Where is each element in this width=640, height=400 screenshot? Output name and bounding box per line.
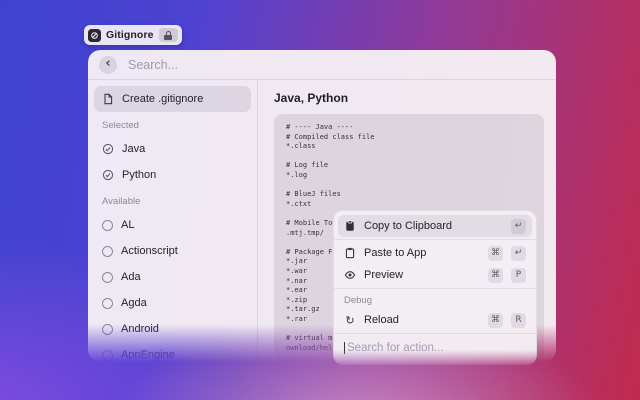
circle-icon — [102, 298, 113, 309]
section-header-available: Available — [102, 196, 243, 208]
sidebar-item-python[interactable]: Python — [94, 162, 251, 188]
app-tab-gitignore[interactable]: Gitignore — [84, 25, 182, 45]
sidebar-item-create-gitignore[interactable]: Create .gitignore — [94, 86, 251, 112]
lock-badge — [159, 28, 178, 42]
sidebar-item-al[interactable]: AL — [94, 212, 251, 238]
file-icon — [102, 93, 114, 105]
desktop-background: Gitignore ‹ Search... Create .gitignore … — [0, 0, 640, 400]
action-copy-to-clipboard[interactable]: Copy to Clipboard ↵ — [338, 215, 532, 237]
text-cursor — [344, 342, 345, 354]
sidebar-item-actionscript[interactable]: Actionscript — [94, 238, 251, 264]
circle-icon — [102, 220, 113, 231]
sidebar-item-android[interactable]: Android — [94, 316, 251, 342]
menu-section-debug: Debug — [338, 291, 532, 309]
sidebar-item-label: Agda — [121, 297, 147, 309]
action-label: Reload — [364, 314, 399, 326]
sidebar-item-appengine[interactable]: AppEngine — [94, 342, 251, 368]
sidebar: Create .gitignore Selected Java Python A… — [88, 80, 258, 361]
chevron-left-icon: ‹ — [105, 57, 110, 70]
action-label: Preview — [364, 269, 403, 281]
action-preview[interactable]: Preview ⌘ P — [338, 264, 532, 286]
key-r: R — [511, 313, 526, 328]
circle-icon — [102, 272, 113, 283]
tab-label: Gitignore — [106, 29, 154, 41]
sidebar-item-label: Java — [122, 143, 145, 155]
back-button[interactable]: ‹ — [99, 56, 117, 74]
sidebar-item-agda[interactable]: Agda — [94, 290, 251, 316]
key-return: ↵ — [511, 219, 526, 234]
circle-icon — [102, 324, 113, 335]
sidebar-item-label: Android — [121, 323, 159, 335]
sidebar-item-label: AppEngine — [121, 349, 175, 361]
sidebar-item-ada[interactable]: Ada — [94, 264, 251, 290]
section-header-selected: Selected — [102, 120, 243, 132]
action-label: Copy to Clipboard — [364, 220, 452, 232]
action-reload[interactable]: ↻ Reload ⌘ R — [338, 309, 532, 331]
sidebar-item-label: Create .gitignore — [122, 93, 203, 105]
eye-icon — [344, 269, 356, 281]
check-circle-icon — [102, 143, 114, 155]
detail-title: Java, Python — [274, 91, 544, 105]
action-paste-to-app[interactable]: Paste to App ⌘ ↵ — [338, 242, 532, 264]
key-p: P — [511, 268, 526, 283]
paste-icon — [344, 247, 356, 259]
sidebar-item-java[interactable]: Java — [94, 136, 251, 162]
sidebar-item-label: Ada — [121, 271, 141, 283]
clipboard-icon — [344, 220, 356, 232]
circle-icon — [102, 246, 113, 257]
sidebar-item-label: Actionscript — [121, 245, 178, 257]
menu-divider — [334, 239, 536, 240]
key-cmd: ⌘ — [488, 246, 503, 261]
lock-icon — [164, 31, 172, 40]
action-menu: Copy to Clipboard ↵ Paste to App ⌘ ↵ Pre… — [333, 210, 537, 365]
search-bar: ‹ Search... — [88, 50, 556, 80]
check-circle-icon — [102, 169, 114, 181]
reload-icon: ↻ — [344, 315, 356, 326]
search-input[interactable]: Search... — [128, 58, 178, 72]
circle-icon — [102, 350, 113, 361]
action-label: Paste to App — [364, 247, 426, 259]
sidebar-item-label: Python — [122, 169, 156, 181]
key-cmd: ⌘ — [488, 268, 503, 283]
gitignore-app-icon — [88, 29, 101, 42]
menu-divider — [334, 333, 536, 334]
key-return: ↵ — [511, 246, 526, 261]
menu-divider — [334, 288, 536, 289]
action-search-field[interactable]: Search for action... — [338, 336, 532, 360]
sidebar-item-label: AL — [121, 219, 134, 231]
action-search-placeholder: Search for action... — [347, 342, 444, 354]
key-cmd: ⌘ — [488, 313, 503, 328]
